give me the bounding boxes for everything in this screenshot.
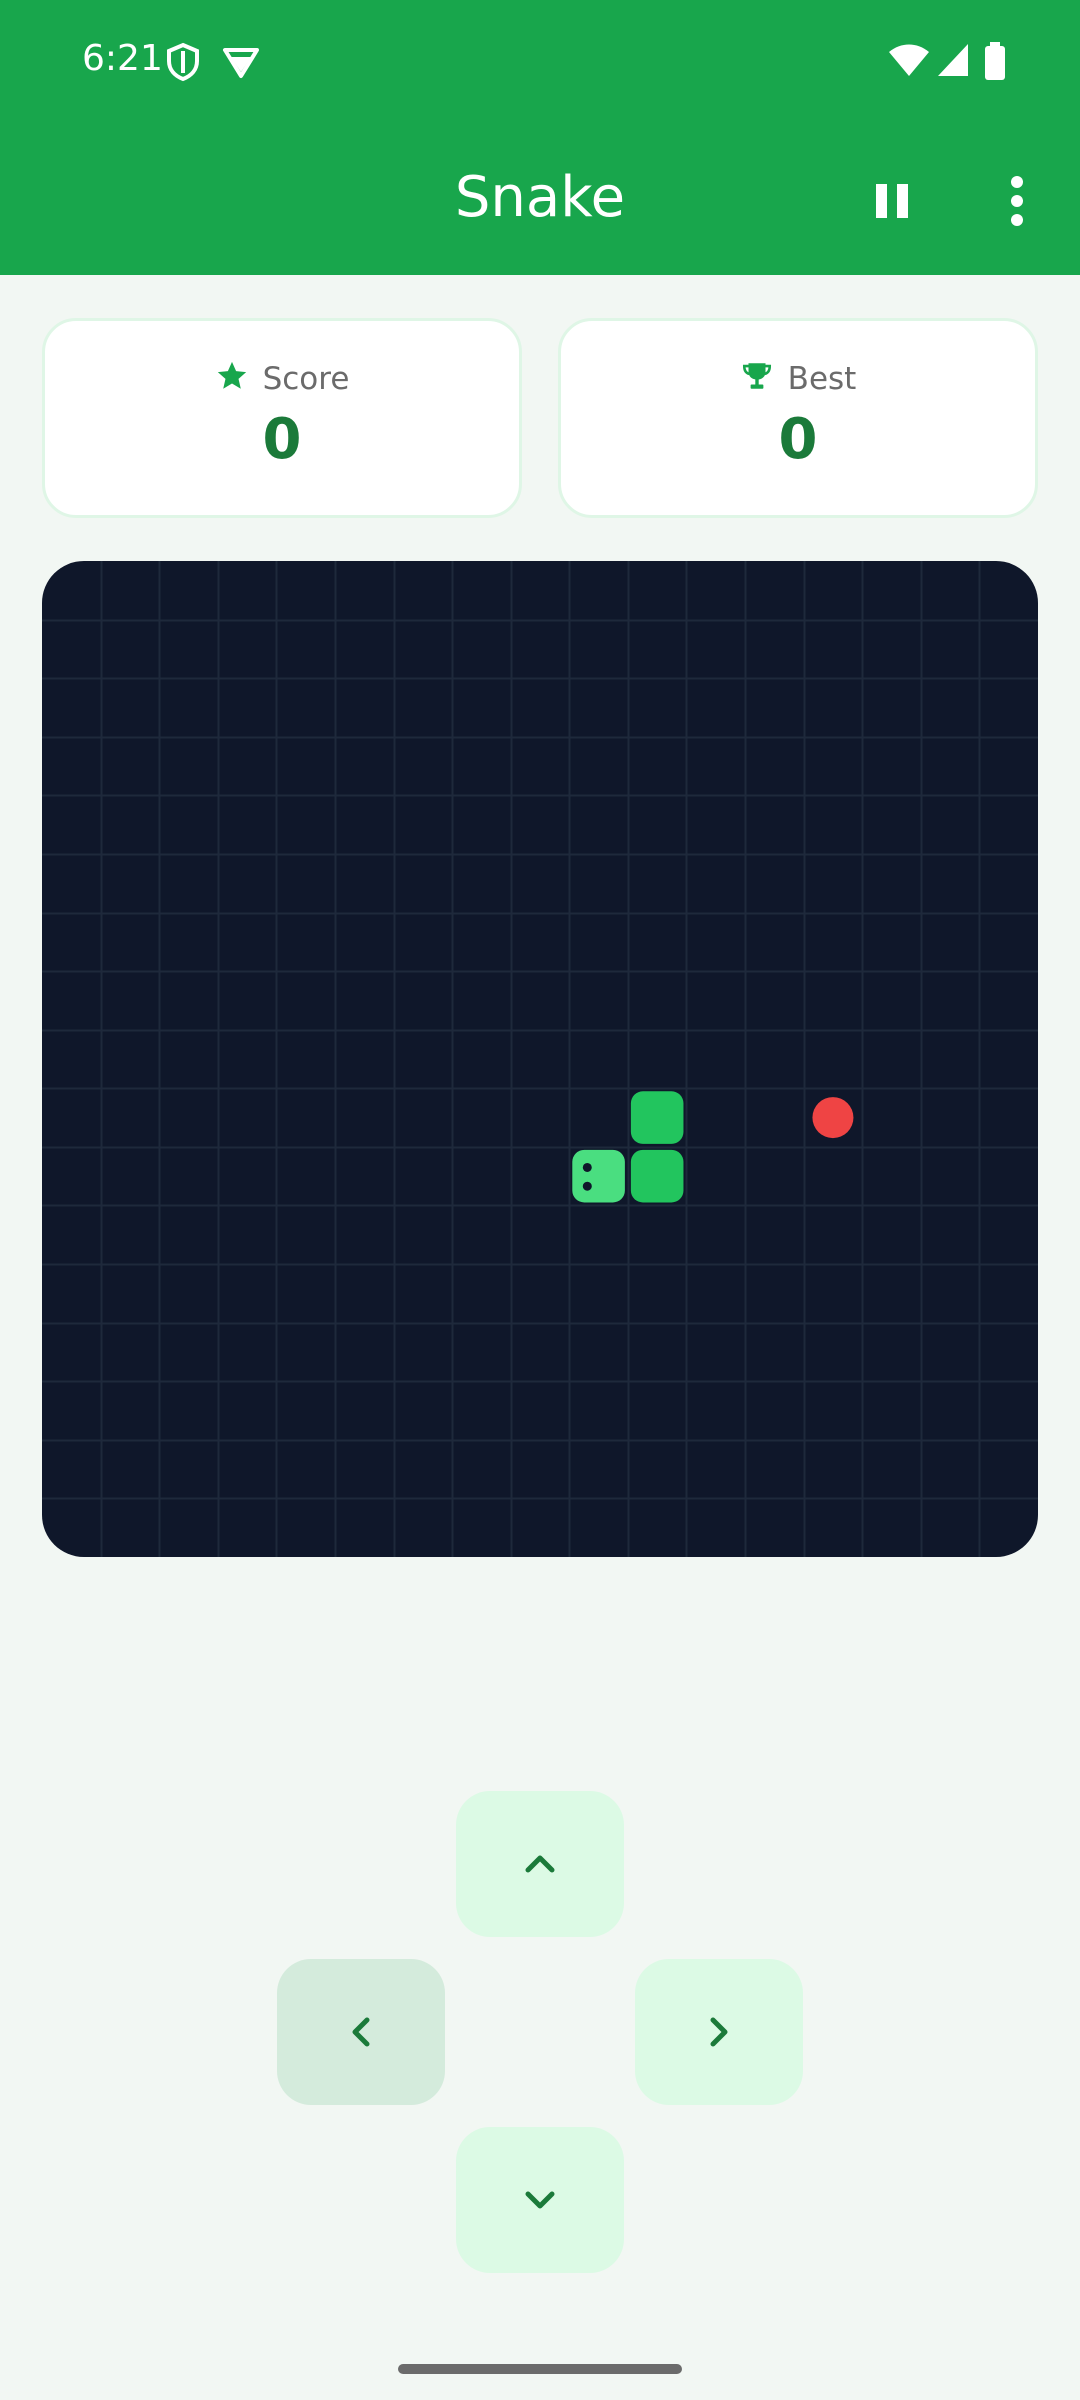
up-button[interactable] [456, 1791, 624, 1937]
board-canvas [42, 561, 1038, 1557]
chevron-right-icon [710, 2017, 728, 2047]
snake-eye [582, 1162, 592, 1172]
score-card: Score 0 [42, 318, 522, 518]
pause-icon [876, 184, 908, 218]
down-button[interactable] [456, 2127, 624, 2273]
score-value: 0 [262, 407, 302, 472]
snake-segment [630, 1149, 684, 1203]
home-indicator[interactable] [398, 2364, 682, 2374]
more-vert-icon [1011, 176, 1023, 226]
left-button[interactable] [277, 1959, 445, 2105]
star-icon [215, 359, 249, 401]
app-bar: 6:21 Snake [0, 0, 1080, 275]
chevron-down-icon [525, 2191, 555, 2209]
right-button[interactable] [635, 1959, 803, 2105]
snake-head [572, 1149, 625, 1203]
shield-icon [165, 42, 201, 86]
best-value: 0 [778, 407, 818, 472]
vpn-icon [222, 42, 260, 86]
food-apple [812, 1097, 854, 1139]
wifi-icon [888, 42, 930, 82]
score-label: Score [262, 361, 350, 397]
game-board[interactable] [42, 561, 1038, 1557]
status-time: 6:21 [82, 38, 163, 79]
signal-icon [936, 42, 970, 82]
pause-button[interactable] [862, 170, 922, 230]
trophy-icon [740, 359, 774, 401]
best-card: Best 0 [558, 318, 1038, 518]
more-options-button[interactable] [990, 170, 1040, 230]
battery-icon [984, 42, 1006, 86]
snake-segment [630, 1091, 684, 1144]
chevron-left-icon [352, 2017, 370, 2047]
best-label: Best [787, 361, 857, 397]
chevron-up-icon [525, 1855, 555, 1873]
snake-eye [582, 1181, 592, 1191]
